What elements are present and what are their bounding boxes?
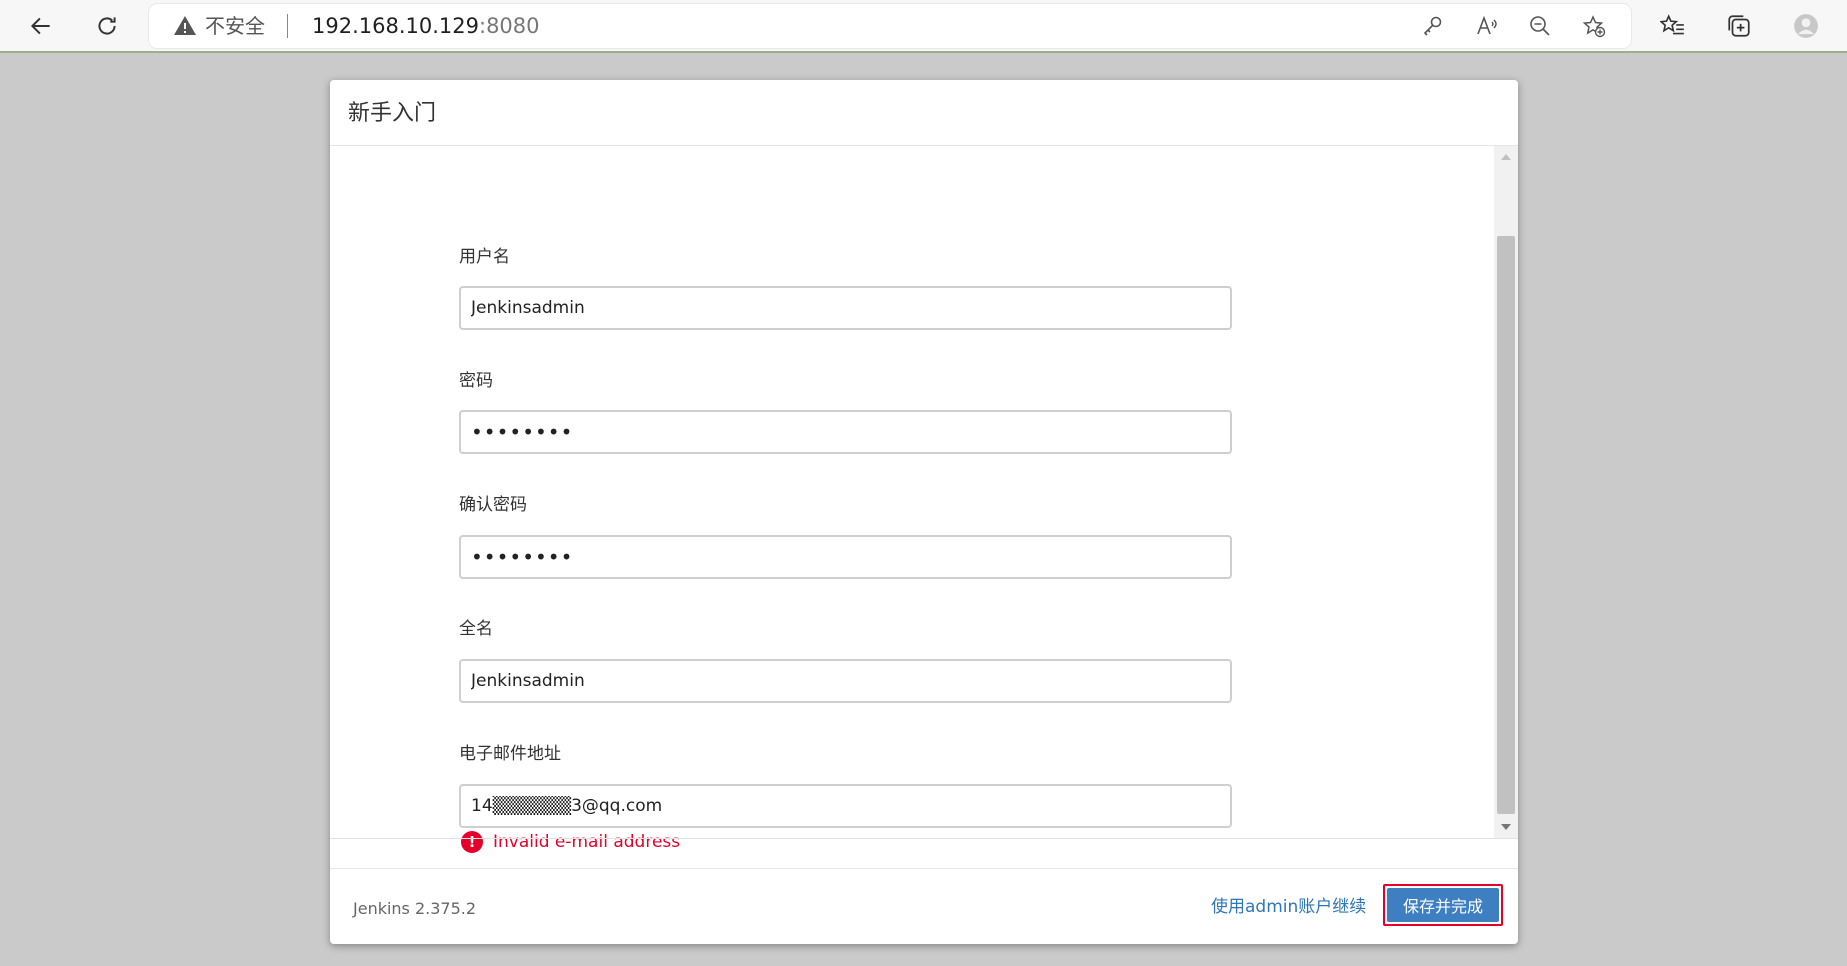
zoom-out-icon (1530, 16, 1550, 36)
refresh-button[interactable] (88, 7, 126, 45)
dialog-header: 新手入门 (330, 80, 1518, 146)
url-host: 192.168.10.129 (312, 14, 479, 38)
security-label: 不安全 (205, 14, 265, 38)
password-label: 密码 (459, 371, 493, 391)
url-separator (287, 14, 288, 38)
save-button-highlight: 保存并完成 (1383, 884, 1503, 926)
add-favorite-button[interactable] (1580, 12, 1608, 40)
collections-icon (1728, 15, 1750, 37)
scrollbar-thumb[interactable] (1497, 236, 1515, 814)
zoom-out-button[interactable] (1526, 12, 1554, 40)
caret-down-icon (1501, 824, 1511, 830)
full-name-input[interactable] (459, 659, 1232, 703)
email-error-message: ! Invalid e-mail address (461, 831, 680, 853)
scroll-down-arrow[interactable] (1494, 816, 1518, 838)
profile-icon (1794, 14, 1818, 38)
url-text[interactable]: 192.168.10.129:8080 (312, 13, 540, 39)
profile-button[interactable] (1787, 7, 1825, 45)
back-button[interactable] (22, 7, 60, 45)
confirm-password-label: 确认密码 (459, 495, 527, 515)
content-divider (330, 838, 1518, 839)
email-label: 电子邮件地址 (459, 744, 561, 764)
address-bar[interactable]: 不安全 192.168.10.129:8080 (149, 4, 1631, 48)
site-security-indicator[interactable]: 不安全 (173, 14, 265, 38)
read-aloud-button[interactable] (1473, 12, 1501, 40)
refresh-icon (98, 17, 116, 35)
password-key-button[interactable] (1419, 12, 1447, 40)
password-input[interactable] (459, 410, 1232, 454)
create-admin-user-form: 用户名 密码 确认密码 全名 电子邮件地址 ! Invalid e-mail a… (330, 146, 1494, 918)
username-label: 用户名 (459, 247, 510, 267)
favorites-button[interactable] (1654, 7, 1692, 45)
confirm-password-input[interactable] (459, 535, 1232, 579)
back-icon (30, 17, 50, 35)
full-name-label: 全名 (459, 619, 493, 639)
error-text: Invalid e-mail address (493, 832, 681, 852)
dialog-title: 新手入门 (348, 101, 437, 126)
username-input[interactable] (459, 286, 1232, 330)
email-input[interactable] (459, 784, 1232, 828)
key-icon (1423, 16, 1442, 36)
url-port: :8080 (479, 14, 540, 38)
browser-toolbar: 不安全 192.168.10.129:8080 (0, 0, 1847, 53)
jenkins-version: Jenkins 2.375.2 (353, 899, 477, 918)
form-scrollbar[interactable] (1494, 146, 1518, 838)
continue-as-admin-link[interactable]: 使用admin账户继续 (1211, 895, 1366, 919)
favorites-icon (1660, 14, 1684, 35)
caret-up-icon (1501, 154, 1511, 160)
getting-started-dialog: 新手入门 用户名 密码 确认密码 全名 电子邮件地址 ! Invalid e-m… (330, 80, 1518, 944)
read-aloud-icon (1477, 15, 1497, 35)
error-icon: ! (461, 831, 483, 853)
add-favorite-icon (1582, 15, 1606, 38)
scroll-up-arrow[interactable] (1494, 146, 1518, 168)
dialog-footer: Jenkins 2.375.2 使用admin账户继续 保存并完成 (330, 868, 1518, 944)
collections-button[interactable] (1720, 7, 1758, 45)
save-and-finish-button[interactable]: 保存并完成 (1387, 888, 1499, 922)
warning-icon (174, 16, 196, 35)
